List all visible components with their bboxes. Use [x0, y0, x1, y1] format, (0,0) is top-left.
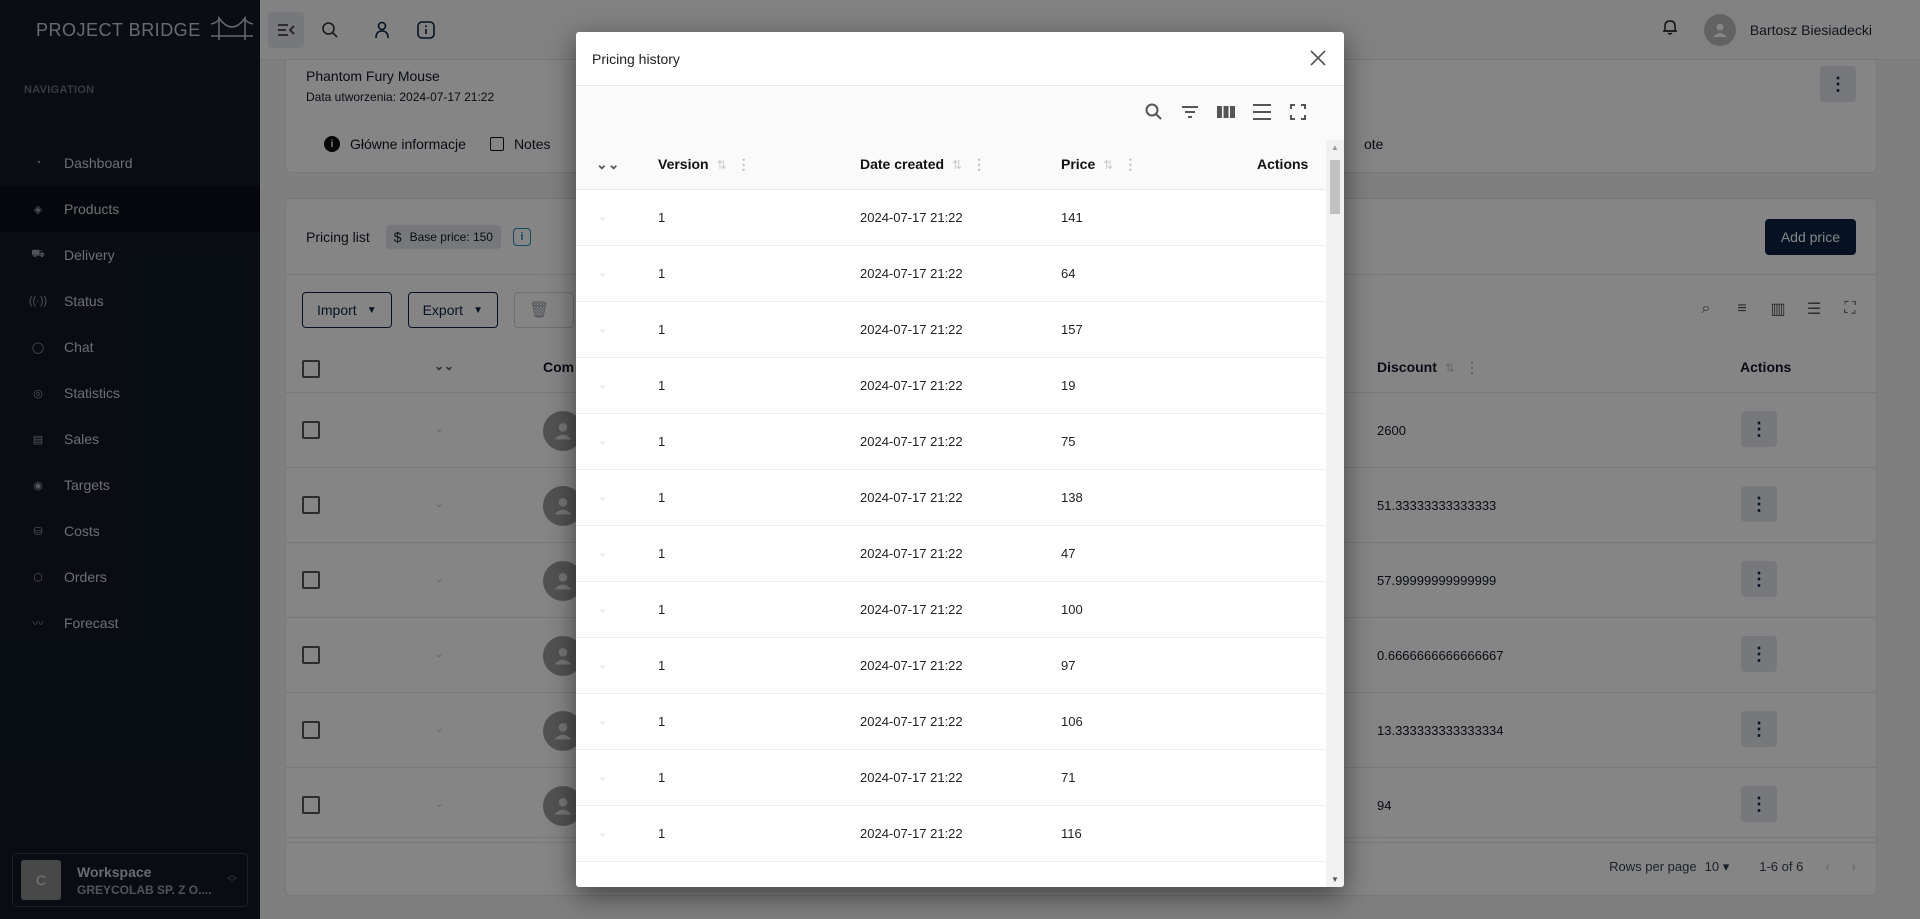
expand-row-icon[interactable]: ⌄ — [598, 714, 607, 727]
filter-icon — [1182, 106, 1198, 118]
sort-icon[interactable]: ⇅ — [952, 158, 962, 172]
density-icon — [1253, 104, 1271, 120]
expand-row-icon[interactable]: ⌄ — [598, 770, 607, 783]
version-cell: 1 — [658, 434, 666, 449]
history-row: ⌄ 1 2024-07-17 21:22 116 — [576, 806, 1326, 862]
date-cell: 2024-07-17 21:22 — [860, 210, 963, 225]
date-cell: 2024-07-17 21:22 — [860, 770, 963, 785]
fullscreen-icon — [1290, 104, 1306, 120]
history-row: ⌄ 1 2024-07-17 21:22 157 — [576, 302, 1326, 358]
column-actions: Actions — [1257, 156, 1309, 172]
expand-row-icon[interactable]: ⌄ — [598, 546, 607, 559]
expand-row-icon[interactable]: ⌄ — [598, 826, 607, 839]
date-cell: 2024-07-17 21:22 — [860, 322, 963, 337]
history-row: ⌄ 1 2024-07-17 21:22 64 — [576, 246, 1326, 302]
columns-button[interactable] — [1214, 100, 1238, 124]
price-cell: 138 — [1061, 490, 1083, 505]
history-row: ⌄ 1 2024-07-17 21:22 71 — [576, 750, 1326, 806]
expand-row-icon[interactable]: ⌄ — [598, 210, 607, 223]
version-cell: 1 — [658, 322, 666, 337]
price-cell: 97 — [1061, 658, 1076, 673]
expand-row-icon[interactable]: ⌄ — [598, 490, 607, 503]
date-cell: 2024-07-17 21:22 — [860, 490, 963, 505]
price-label: Price — [1061, 156, 1096, 172]
version-cell: 1 — [658, 714, 666, 729]
price-cell: 47 — [1061, 546, 1076, 561]
modal-scrollbar[interactable]: ▲ ▼ — [1326, 140, 1344, 887]
column-date-created[interactable]: Date created ⇅ ⋮ — [860, 156, 986, 173]
expand-row-icon[interactable]: ⌄ — [598, 378, 607, 391]
modal-title: Pricing history — [592, 50, 680, 67]
close-button[interactable] — [1306, 46, 1330, 70]
columns-icon — [1217, 106, 1235, 118]
search-button[interactable] — [1142, 100, 1166, 124]
modal-table-header: ⌄⌄ Version ⇅ ⋮ Date created ⇅ ⋮ Price ⇅ ⋮ Acti… — [576, 140, 1344, 190]
history-row: ⌄ 1 2024-07-17 21:22 97 — [576, 638, 1326, 694]
price-cell: 116 — [1061, 826, 1082, 841]
date-label: Date created — [860, 156, 945, 172]
price-cell: 75 — [1061, 434, 1076, 449]
price-cell: 106 — [1061, 714, 1083, 729]
version-cell: 1 — [658, 826, 666, 841]
version-cell: 1 — [658, 266, 666, 281]
date-cell: 2024-07-17 21:22 — [860, 266, 963, 281]
history-row: ⌄ 1 2024-07-17 21:22 141 — [576, 190, 1326, 246]
date-cell: 2024-07-17 21:22 — [860, 434, 963, 449]
scroll-down-arrow[interactable]: ▼ — [1331, 875, 1339, 884]
version-label: Version — [658, 156, 709, 172]
date-cell: 2024-07-17 21:22 — [860, 378, 963, 393]
version-cell: 1 — [658, 602, 666, 617]
search-icon — [1145, 103, 1162, 120]
column-menu-icon[interactable]: ⋮ — [1123, 156, 1137, 172]
history-row: ⌄ 1 2024-07-17 21:22 19 — [576, 358, 1326, 414]
sort-icon[interactable]: ⇅ — [717, 158, 727, 172]
scroll-up-arrow[interactable]: ▲ — [1331, 143, 1339, 152]
price-cell: 141 — [1061, 210, 1083, 225]
version-cell: 1 — [658, 378, 666, 393]
expand-row-icon[interactable]: ⌄ — [598, 434, 607, 447]
version-cell: 1 — [658, 210, 666, 225]
date-cell: 2024-07-17 21:22 — [860, 658, 963, 673]
history-row: ⌄ 1 2024-07-17 21:22 138 — [576, 470, 1326, 526]
history-row: ⌄ 1 2024-07-17 21:22 106 — [576, 694, 1326, 750]
price-cell: 157 — [1061, 322, 1083, 337]
expand-all-icon[interactable]: ⌄⌄ — [596, 156, 619, 173]
scroll-thumb[interactable] — [1330, 160, 1340, 214]
price-cell: 19 — [1061, 378, 1076, 393]
history-row: ⌄ 1 2024-07-17 21:22 100 — [576, 582, 1326, 638]
expand-row-icon[interactable]: ⌄ — [598, 266, 607, 279]
column-menu-icon[interactable]: ⋮ — [737, 156, 751, 172]
density-button[interactable] — [1250, 100, 1274, 124]
modal-table-body: ⌄ 1 2024-07-17 21:22 141 ⌄ 1 2024-07-17 21:22 6… — [576, 190, 1326, 887]
fullscreen-button[interactable] — [1286, 100, 1310, 124]
version-cell: 1 — [658, 490, 666, 505]
pricing-history-modal: Pricing history ⌄⌄ Version ⇅ ⋮ Date create… — [576, 32, 1344, 887]
price-cell: 71 — [1061, 770, 1076, 785]
column-price[interactable]: Price ⇅ ⋮ — [1061, 156, 1137, 173]
modal-table-toolbar — [576, 86, 1344, 140]
sort-icon[interactable]: ⇅ — [1103, 158, 1113, 172]
date-cell: 2024-07-17 21:22 — [860, 714, 963, 729]
price-cell: 100 — [1061, 602, 1083, 617]
close-icon — [1310, 50, 1326, 66]
date-cell: 2024-07-17 21:22 — [860, 546, 963, 561]
history-row: ⌄ 1 2024-07-17 21:22 75 — [576, 414, 1326, 470]
expand-row-icon[interactable]: ⌄ — [598, 602, 607, 615]
column-version[interactable]: Version ⇅ ⋮ — [658, 156, 751, 173]
history-row: ⌄ 1 2024-07-17 21:22 47 — [576, 526, 1326, 582]
price-cell: 64 — [1061, 266, 1076, 281]
date-cell: 2024-07-17 21:22 — [860, 602, 963, 617]
date-cell: 2024-07-17 21:22 — [860, 826, 963, 841]
version-cell: 1 — [658, 546, 666, 561]
filter-button[interactable] — [1178, 100, 1202, 124]
column-menu-icon[interactable]: ⋮ — [972, 156, 986, 172]
version-cell: 1 — [658, 770, 666, 785]
version-cell: 1 — [658, 658, 666, 673]
expand-row-icon[interactable]: ⌄ — [598, 658, 607, 671]
expand-row-icon[interactable]: ⌄ — [598, 322, 607, 335]
